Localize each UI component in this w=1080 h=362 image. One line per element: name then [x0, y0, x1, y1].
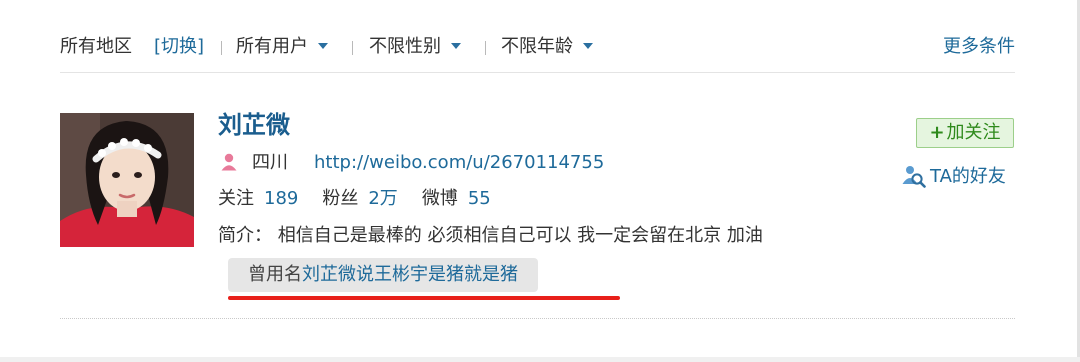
result-separator — [60, 318, 1015, 319]
bio-label: 简介： — [218, 225, 272, 246]
former-name-value: 刘芷微说王彬宇是猪就是猪 — [302, 264, 518, 285]
filter-separator — [485, 41, 486, 55]
bio-text: 相信自己是最棒的 必须相信自己可以 我一定会留在北京 加油 — [277, 225, 763, 246]
friends-link[interactable]: TA的好友 — [902, 163, 1006, 191]
age-filter-dropdown[interactable]: 不限年龄 — [501, 36, 593, 58]
caret-down-icon — [318, 43, 328, 49]
filter-region-label: 所有地区 — [60, 36, 132, 57]
posts-label: 微博 — [421, 188, 458, 209]
more-conditions-link[interactable]: 更多条件 — [943, 36, 1015, 58]
age-filter-label: 不限年龄 — [501, 36, 573, 57]
female-user-icon — [220, 153, 238, 177]
location-text: 四川 — [252, 152, 288, 173]
gender-filter-dropdown[interactable]: 不限性别 — [369, 36, 461, 58]
friends-link-label: TA的好友 — [930, 166, 1006, 187]
users-filter-dropdown[interactable]: 所有用户 — [236, 36, 328, 58]
divider — [60, 72, 1015, 73]
gender-filter-label: 不限性别 — [369, 36, 441, 57]
users-filter-label: 所有用户 — [236, 36, 308, 57]
posts-count[interactable]: 55 — [468, 188, 491, 209]
location-row: 四川 http://weibo.com/u/2670114755 — [218, 152, 604, 177]
region-switch-link[interactable]: [切换] — [154, 36, 204, 58]
filter-bar: 所有地区 [切换] 所有用户 不限性别 不限年龄 更多条件 — [60, 30, 1015, 64]
bottom-edge — [0, 357, 1080, 362]
filter-separator — [352, 41, 353, 55]
profile-url-link[interactable]: http://weibo.com/u/2670114755 — [314, 152, 604, 173]
avatar-photo — [60, 113, 194, 247]
caret-down-icon — [451, 43, 461, 49]
user-name-link[interactable]: 刘芷微 — [218, 110, 290, 140]
following-count[interactable]: 189 — [264, 188, 298, 209]
user-avatar[interactable] — [60, 113, 194, 247]
stats-row: 关注 189 粉丝 2万 微博 55 — [218, 188, 515, 210]
filter-separator — [221, 41, 222, 55]
bio-row: 简介： 相信自己是最棒的 必须相信自己可以 我一定会留在北京 加油 — [218, 225, 763, 247]
plus-icon: + — [929, 122, 945, 143]
highlight-underline — [228, 296, 620, 300]
former-name-tag: 曾用名刘芷微说王彬宇是猪就是猪 — [228, 258, 538, 292]
former-name-label: 曾用名 — [248, 264, 302, 285]
following-label: 关注 — [218, 188, 254, 209]
follow-button[interactable]: + 加关注 — [916, 118, 1014, 148]
search-results-page: 所有地区 [切换] 所有用户 不限性别 不限年龄 更多条件 刘芷微 四川 htt… — [0, 0, 1080, 362]
followers-label: 粉丝 — [322, 188, 359, 209]
caret-down-icon — [583, 43, 593, 49]
followers-count[interactable]: 2万 — [368, 188, 397, 209]
follow-button-label: 加关注 — [946, 122, 1001, 143]
find-friends-icon — [902, 166, 926, 188]
